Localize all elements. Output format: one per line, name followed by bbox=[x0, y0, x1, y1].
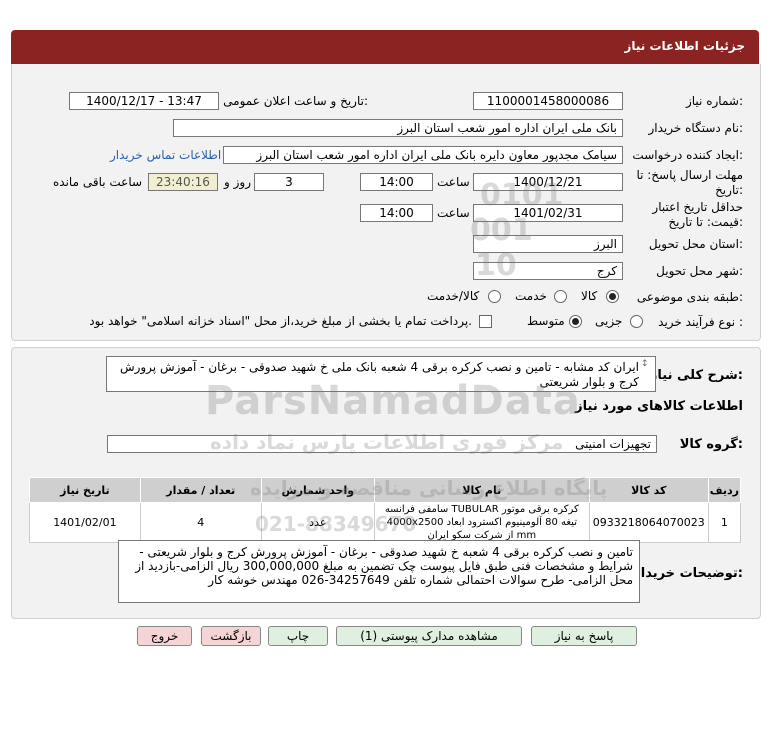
validity-label: حداقل تاریخ اعتبار bbox=[652, 200, 743, 214]
validity-date-field: 1401/02/31 bbox=[473, 204, 623, 222]
buyer-notes-textarea[interactable]: تامین و نصب کرکره برقی 4 شعبه خ شهید صدو… bbox=[118, 540, 640, 603]
back-button[interactable]: بازگشت bbox=[201, 626, 261, 646]
validity-time-field: 14:00 bbox=[360, 204, 433, 222]
col-unit: واحد شمارش bbox=[260, 477, 375, 503]
cell-row: 1 bbox=[707, 502, 742, 543]
validity-time-label: ساعت bbox=[437, 206, 470, 220]
col-code: کد کالا bbox=[588, 477, 709, 503]
cell-qty: 4 bbox=[139, 502, 262, 543]
process-label: نوع فرآیند خرید : bbox=[658, 315, 743, 329]
table-row[interactable]: 1 0933218064070023 کرکره برقی موتور TUBU… bbox=[29, 502, 742, 543]
col-row: ردیف bbox=[707, 477, 742, 503]
col-qty: تعداد / مقدار bbox=[139, 477, 262, 503]
creator-label: ایجاد کننده درخواست: bbox=[632, 148, 743, 162]
reply-button[interactable]: پاسخ به نیاز bbox=[531, 626, 637, 646]
process-option-medium: متوسط bbox=[527, 314, 565, 328]
need-number-field: 1100001458000086 bbox=[473, 92, 623, 110]
category-radio-service[interactable] bbox=[554, 290, 567, 303]
deadline-date-field: 1400/12/21 bbox=[473, 173, 623, 191]
deadline-label: مهلت ارسال پاسخ: تا bbox=[636, 168, 743, 182]
goods-group-field: تجهیزات امنیتی bbox=[107, 435, 657, 453]
process-option-minor: جزیی bbox=[595, 314, 623, 328]
cell-name: کرکره برقی موتور TUBULAR سامفی فرانسه تی… bbox=[373, 502, 590, 543]
summary-textarea[interactable]: ایران کد مشابه - تامین و نصب کرکره برقی … bbox=[106, 356, 656, 392]
city-label: شهر محل تحویل: bbox=[656, 264, 743, 278]
announce-label: تاریخ و ساعت اعلان عمومی: bbox=[223, 94, 368, 108]
page-title: جزئیات اطلاعات نیاز bbox=[624, 39, 745, 53]
cell-unit: عدد bbox=[260, 502, 375, 543]
col-name: نام کالا bbox=[373, 477, 590, 503]
goods-group-label: گروه کالا: bbox=[679, 437, 743, 452]
need-number-label: شماره نیاز: bbox=[685, 94, 743, 108]
buyer-contact-link[interactable]: اطلاعات تماس خریدار bbox=[110, 148, 221, 162]
treasury-payment-checkbox[interactable] bbox=[479, 315, 492, 328]
goods-table: ردیف کد کالا نام کالا واحد شمارش تعداد /… bbox=[29, 477, 742, 543]
deadline-time-label: ساعت bbox=[437, 175, 470, 189]
creator-field: سیامک مجدپور معاون دایره بانک ملی ایران … bbox=[223, 146, 623, 164]
process-radio-medium[interactable] bbox=[569, 315, 582, 328]
city-field: کرج bbox=[473, 262, 623, 280]
buyer-org-field: بانک ملی ایران اداره امور شعب استان البر… bbox=[173, 119, 623, 137]
category-option-goods: کالا bbox=[581, 289, 598, 303]
cell-code: 0933218064070023 bbox=[588, 502, 709, 543]
category-option-service: خدمت bbox=[515, 289, 547, 303]
attachments-button[interactable]: مشاهده مدارک پیوستی (1) bbox=[336, 626, 522, 646]
col-date: تاریخ نیاز bbox=[29, 477, 141, 503]
deadline-label-2: تاریخ: bbox=[715, 183, 743, 197]
days-field: 3 bbox=[254, 173, 324, 191]
process-radio-minor[interactable] bbox=[630, 315, 643, 328]
deadline-time-field: 14:00 bbox=[360, 173, 433, 191]
buyer-org-label: نام دستگاه خریدار: bbox=[648, 121, 744, 135]
category-option-goods-service: کالا/خدمت bbox=[427, 289, 480, 303]
page-header: جزئیات اطلاعات نیاز bbox=[11, 30, 759, 64]
category-radio-goods[interactable] bbox=[606, 290, 619, 303]
cell-date: 1401/02/01 bbox=[29, 502, 141, 543]
validity-label-2: قیمت: تا تاریخ: bbox=[668, 215, 743, 229]
category-radio-goods-service[interactable] bbox=[488, 290, 501, 303]
days-label: روز و bbox=[224, 175, 251, 189]
treasury-payment-note: پرداخت تمام یا بخشی از مبلغ خرید،از محل … bbox=[89, 314, 472, 328]
buyer-notes-label: توضیحات خریدار: bbox=[633, 566, 743, 581]
category-label: طبقه بندی موضوعی: bbox=[636, 290, 743, 304]
goods-section-title: اطلاعات کالاهای مورد نیاز bbox=[575, 399, 743, 414]
remaining-time-label: ساعت باقی مانده bbox=[53, 175, 143, 189]
print-button[interactable]: چاپ bbox=[268, 626, 328, 646]
goods-table-header: ردیف کد کالا نام کالا واحد شمارش تعداد /… bbox=[29, 477, 742, 503]
remaining-time-field: 23:40:16 bbox=[148, 173, 218, 191]
resize-handle-icon: ↕ bbox=[641, 359, 649, 369]
announce-datetime-field: 1400/12/17 - 13:47 bbox=[69, 92, 219, 110]
province-field: البرز bbox=[473, 235, 623, 253]
exit-button[interactable]: خروج bbox=[137, 626, 192, 646]
province-label: استان محل تحویل: bbox=[648, 237, 743, 251]
summary-label: شرح کلی نیاز: bbox=[649, 368, 743, 383]
